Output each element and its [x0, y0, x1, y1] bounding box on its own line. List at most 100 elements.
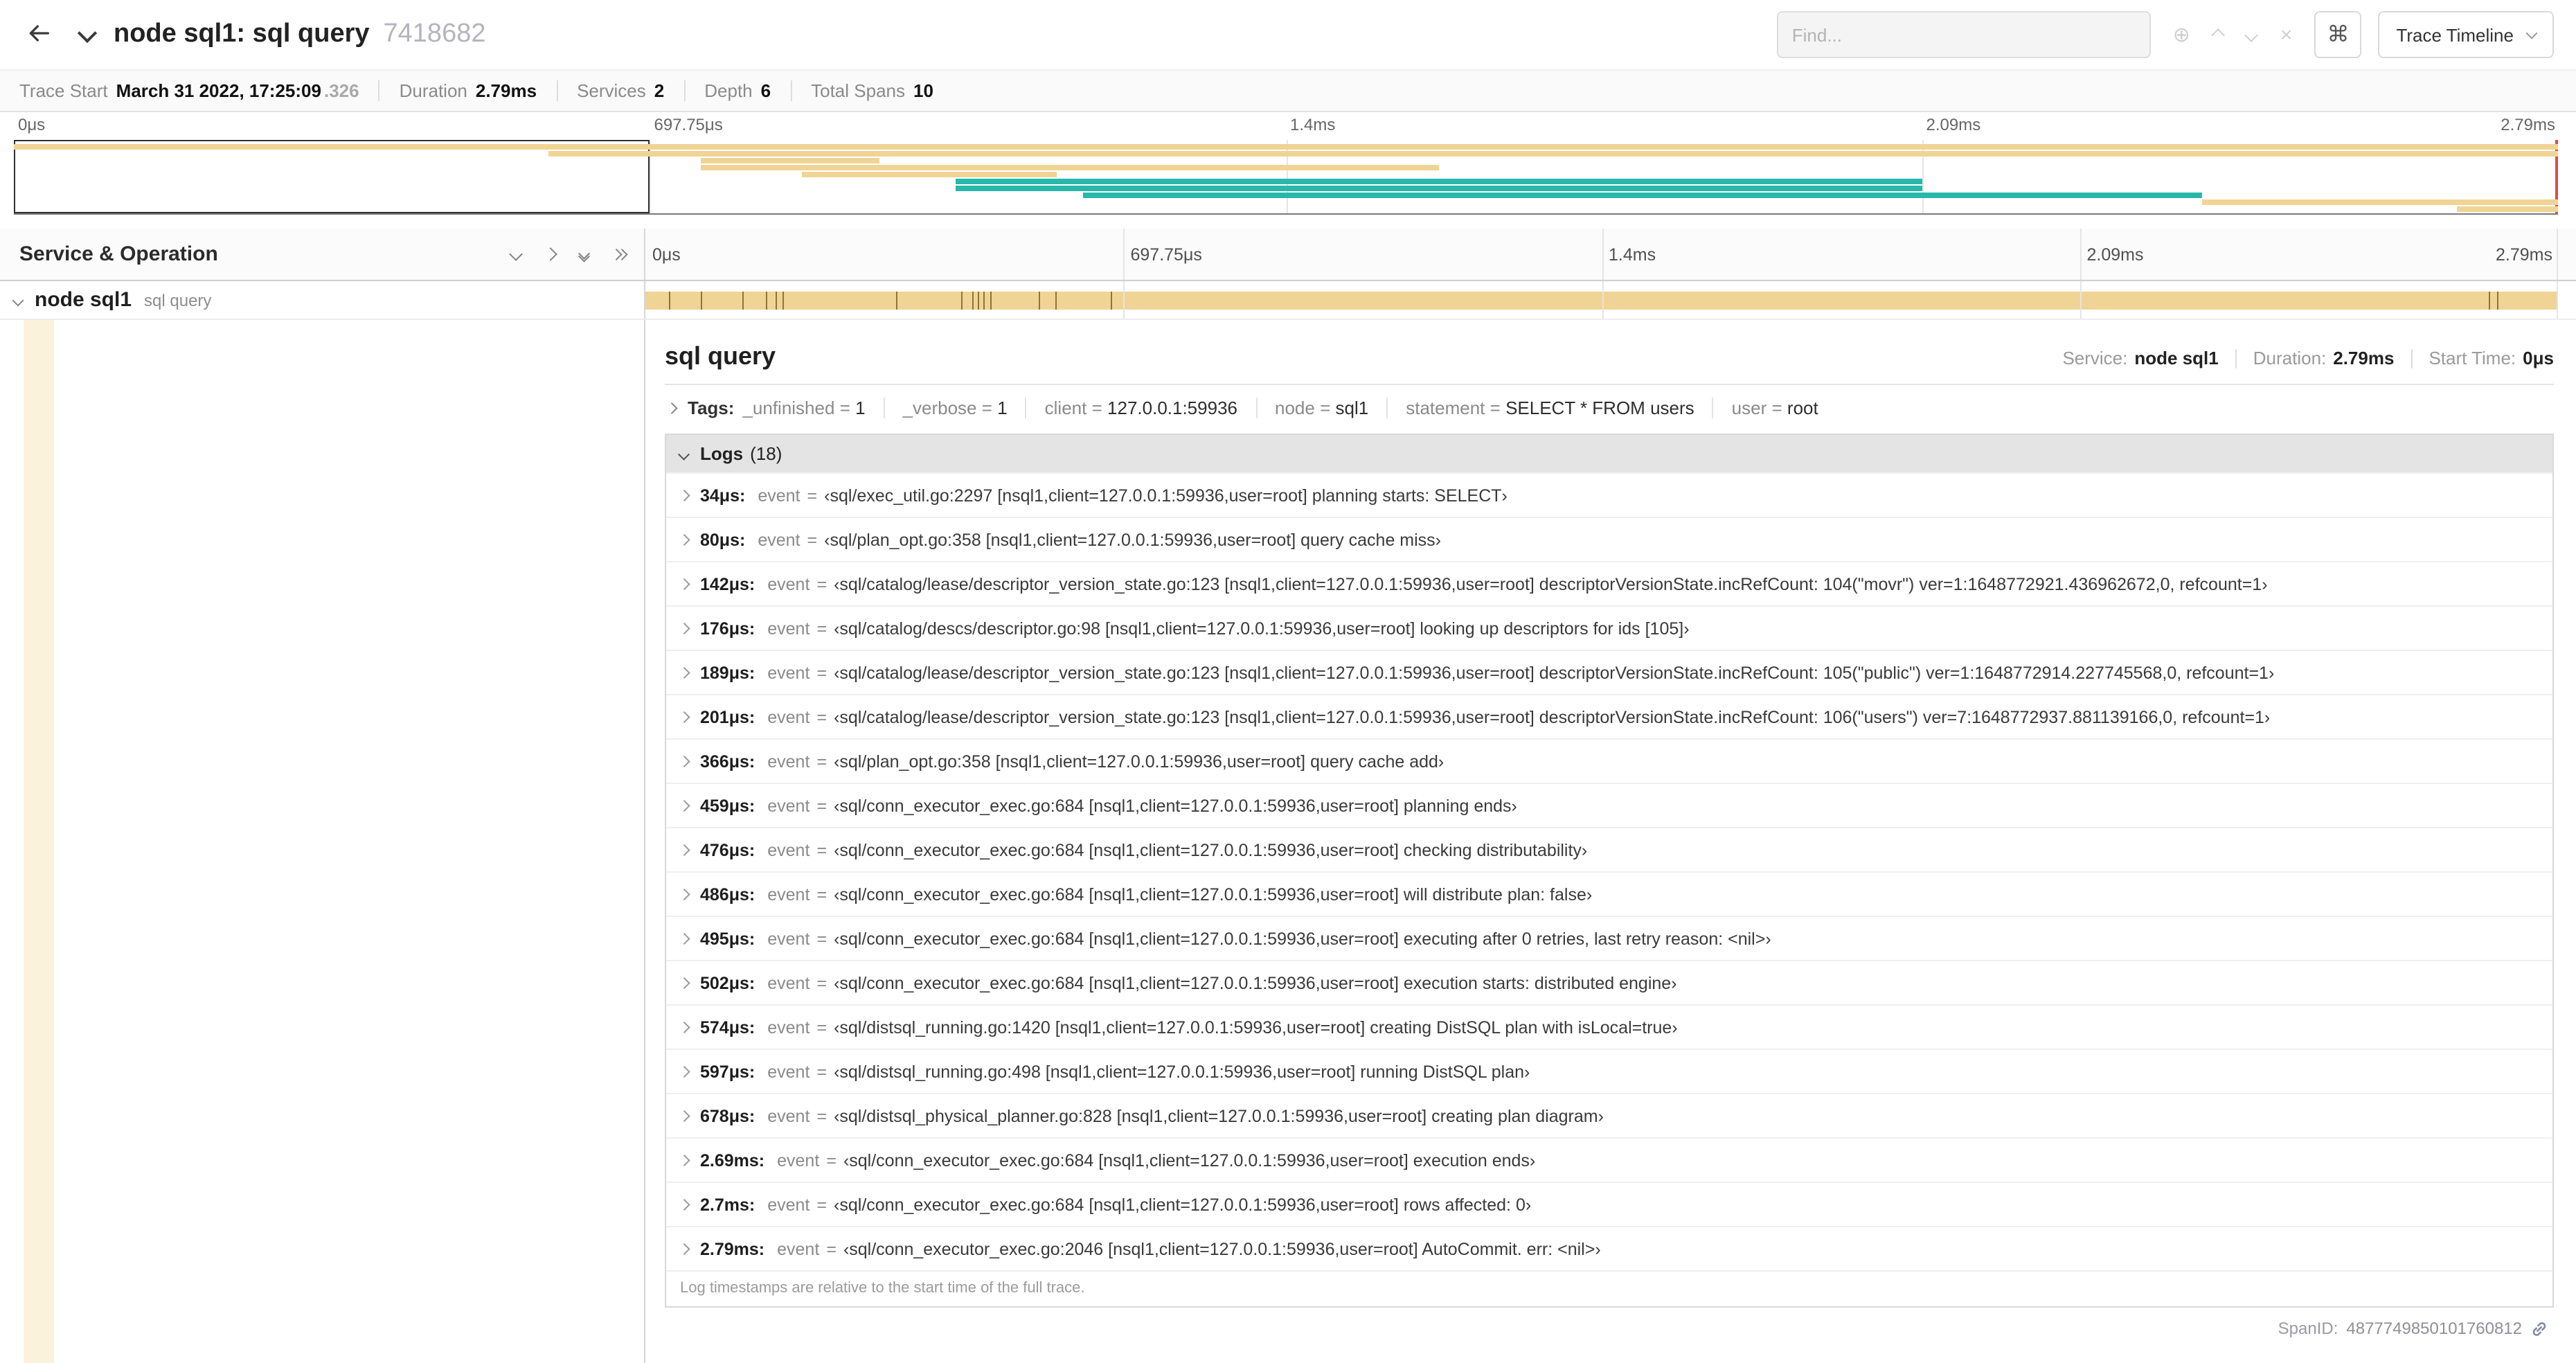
find-clear-icon[interactable]: ×	[2280, 23, 2293, 46]
span-detail-meta: Service: node sql1 Duration: 2.79ms Start Ti…	[2062, 348, 2554, 368]
log-timestamp: 2.69ms:	[700, 1150, 765, 1170]
deep-link-icon[interactable]	[2530, 1319, 2548, 1337]
log-field-key: event	[767, 1017, 810, 1037]
summary-label: Services	[577, 80, 646, 101]
log-entry-row[interactable]: 678μs: event = ‹sql/distsql_physical_planne…	[666, 1093, 2552, 1137]
expand-all-button[interactable]	[610, 249, 627, 260]
minimap-span-bar	[802, 172, 1057, 177]
log-entry-row[interactable]: 2.69ms: event = ‹sql/conn_executor_exec.go:…	[666, 1137, 2552, 1182]
chevron-right-icon	[678, 578, 690, 589]
chevron-right-icon	[678, 711, 690, 722]
chevron-right-icon	[678, 844, 690, 855]
tag-key: node	[1275, 398, 1315, 418]
log-entry-row[interactable]: 459μs: event = ‹sql/conn_executor_exec.go:6…	[666, 783, 2552, 827]
minimap-span-bar	[14, 144, 2558, 150]
log-entry-row[interactable]: 80μs: event = ‹sql/plan_opt.go:358 [nsql1,c…	[666, 517, 2552, 561]
log-equals: =	[807, 485, 818, 505]
log-entry-row[interactable]: 2.7ms: event = ‹sql/conn_executor_exec.go:6…	[666, 1182, 2552, 1226]
logs-header[interactable]: Logs (18)	[666, 435, 2552, 472]
log-event-tick	[701, 291, 703, 309]
log-equals: =	[816, 1062, 828, 1081]
timeline-gridline	[1123, 281, 1125, 319]
back-button[interactable]	[14, 10, 64, 60]
tag-key: client	[1044, 398, 1087, 418]
meta-value: node sql1	[2134, 348, 2219, 368]
log-entry-row[interactable]: 189μs: event = ‹sql/catalog/lease/descripto…	[666, 650, 2552, 694]
expand-one-button[interactable]	[543, 247, 557, 261]
span-track	[645, 281, 2558, 319]
trace-view-select-label: Trace Timeline	[2396, 24, 2514, 45]
log-event-tick	[895, 291, 897, 309]
collapse-all-button[interactable]	[578, 247, 589, 262]
log-entry-row[interactable]: 574μs: event = ‹sql/distsql_running.go:1420…	[666, 1004, 2552, 1049]
log-entry-row[interactable]: 142μs: event = ‹sql/catalog/lease/descripto…	[666, 561, 2552, 605]
minimap-span-bar	[2456, 206, 2558, 212]
log-timestamp: 176μs:	[700, 618, 755, 638]
zoom-reset-icon[interactable]: ⊕	[2173, 22, 2190, 47]
log-event-tick	[960, 291, 963, 309]
log-equals: =	[816, 973, 828, 992]
span-detail-header: sql query Service: node sql1 Duration: 2.79…	[665, 342, 2554, 371]
find-prev-icon[interactable]	[2212, 28, 2226, 42]
minimap-time-labels: 0μs 697.75μs 1.4ms 2.09ms 2.79ms	[14, 115, 2558, 139]
log-field-key: event	[767, 796, 810, 815]
log-entry-row[interactable]: 34μs: event = ‹sql/exec_util.go:2297 [nsql1…	[666, 472, 2552, 517]
log-timestamp: 80μs:	[700, 530, 746, 549]
log-entry-row[interactable]: 597μs: event = ‹sql/distsql_running.go:498 …	[666, 1049, 2552, 1093]
log-timestamp: 189μs:	[700, 663, 755, 682]
chevron-right-icon	[678, 623, 690, 634]
log-entry-row[interactable]: 476μs: event = ‹sql/conn_executor_exec.go:6…	[666, 827, 2552, 871]
chevron-right-icon	[678, 933, 690, 944]
trace-summary-item: Duration 2.79ms	[378, 80, 537, 101]
find-input[interactable]	[1776, 11, 2151, 58]
keyboard-shortcuts-button[interactable]: ⌘	[2314, 11, 2362, 58]
trace-summary-item: Trace Start March 31 2022, 17:25:09.326	[19, 80, 359, 101]
minimap-span-bar	[700, 158, 879, 163]
log-timestamp: 597μs:	[700, 1062, 755, 1081]
span-id-row: SpanID: 4877749850101760812	[665, 1308, 2554, 1338]
log-field-value: ‹sql/catalog/lease/descriptor_version_st…	[834, 707, 2271, 727]
span-row[interactable]: node sql1 sql query	[0, 281, 2576, 320]
log-entry-row[interactable]: 486μs: event = ‹sql/conn_executor_exec.go:6…	[666, 871, 2552, 916]
log-field-value: ‹sql/conn_executor_exec.go:684 [nsql1,cl…	[834, 840, 1588, 859]
service-operation-header: Service & Operation	[0, 229, 645, 280]
log-field-key: event	[767, 751, 810, 771]
tags-label: Tags:	[688, 398, 735, 418]
log-event-tick	[782, 291, 785, 309]
tags-row[interactable]: Tags: _unfinished = 1 _verbose = 1 client …	[665, 385, 2554, 431]
log-entry-row[interactable]: 502μs: event = ‹sql/conn_executor_exec.go:6…	[666, 960, 2552, 1004]
log-field-value: ‹sql/conn_executor_exec.go:684 [nsql1,cl…	[843, 1150, 1536, 1170]
log-event-tick	[668, 291, 670, 309]
log-event-tick	[972, 291, 974, 309]
trace-view-select[interactable]: Trace Timeline	[2378, 11, 2554, 58]
page-title: node sql1: sql query	[114, 19, 370, 48]
summary-value: 2.79ms	[475, 80, 537, 101]
log-entry-row[interactable]: 366μs: event = ‹sql/plan_opt.go:358 [nsql1,…	[666, 738, 2552, 783]
log-entry-row[interactable]: 495μs: event = ‹sql/conn_executor_exec.go:6…	[666, 916, 2552, 960]
chevron-right-icon	[665, 402, 677, 413]
trace-summary-item: Services 2	[556, 80, 664, 101]
timeline-ruler[interactable]: 0μs 697.75μs 1.4ms 2.09ms 2.79ms	[645, 229, 2576, 280]
trace-collapse-toggle[interactable]	[77, 22, 98, 47]
collapse-one-button[interactable]	[508, 247, 522, 261]
tag-key: _verbose	[902, 398, 977, 418]
meta-value: 0μs	[2523, 348, 2554, 368]
timeline-gridline	[2079, 229, 2082, 280]
tag-equals: =	[1314, 398, 1336, 418]
log-entry-row[interactable]: 201μs: event = ‹sql/catalog/lease/descripto…	[666, 694, 2552, 738]
chevron-down-icon	[678, 448, 690, 459]
log-event-tick	[990, 291, 992, 309]
timeline-header-row: Service & Operation 0μs 697.75μs 1.4ms 2.09…	[0, 229, 2576, 281]
log-entry-row[interactable]: 2.79ms: event = ‹sql/conn_executor_exec.go:…	[666, 1226, 2552, 1270]
time-tick-label: 2.79ms	[2496, 244, 2552, 264]
time-tick-label: 2.79ms	[2501, 115, 2555, 134]
log-timestamp: 2.79ms:	[700, 1239, 765, 1258]
span-row-name-cell[interactable]: node sql1 sql query	[0, 281, 645, 319]
minimap-canvas[interactable]	[14, 140, 2558, 215]
find-next-icon[interactable]	[2245, 28, 2259, 42]
log-entry-row[interactable]: 176μs: event = ‹sql/catalog/descs/descripto…	[666, 605, 2552, 650]
time-tick-label: 1.4ms	[1290, 115, 1336, 134]
trace-id: 7418682	[383, 19, 486, 48]
log-field-key: event	[767, 707, 810, 727]
tag-value: 127.0.0.1:59936	[1107, 398, 1237, 418]
